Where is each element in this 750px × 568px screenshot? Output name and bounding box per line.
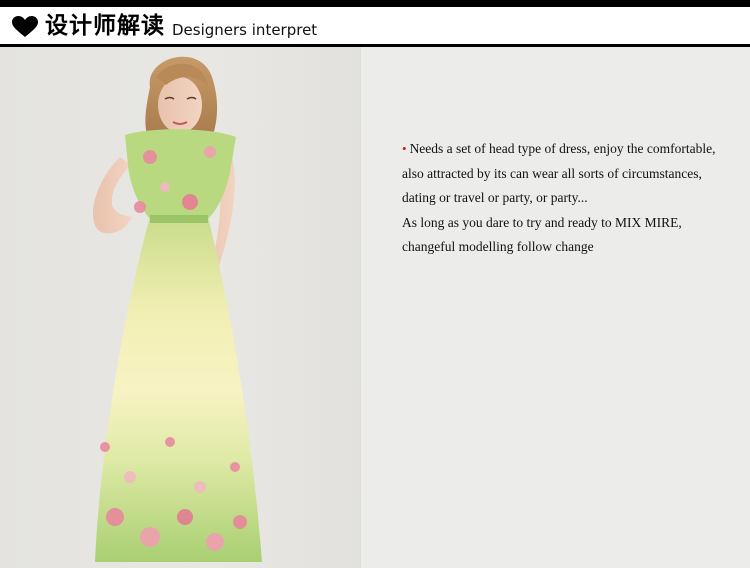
description-panel [361, 47, 750, 568]
description-line: also attracted by its can wear all sorts… [402, 165, 702, 181]
design-description: • Needs a set of head type of dress, enjo… [402, 137, 742, 260]
top-rule [0, 0, 750, 7]
description-line: • Needs a set of head type of dress, enjo… [402, 137, 742, 162]
description-line: dating or travel or party, or party... [402, 190, 588, 206]
description-line: As long as you dare to try and ready to … [402, 214, 682, 230]
product-photo [0, 47, 360, 568]
section-title: 设计师解读 [45, 12, 165, 39]
heart-icon [12, 16, 38, 37]
description-line: changeful modelling follow change [402, 239, 594, 255]
content-area [0, 47, 750, 568]
model-illustration [92, 56, 262, 562]
description-text: Needs a set of head type of dress, enjoy… [409, 141, 716, 156]
section-header: 设计师解读 Designers interpret [0, 7, 750, 43]
section-subtitle: Designers interpret [172, 21, 318, 39]
bullet-marker: • [402, 141, 407, 156]
